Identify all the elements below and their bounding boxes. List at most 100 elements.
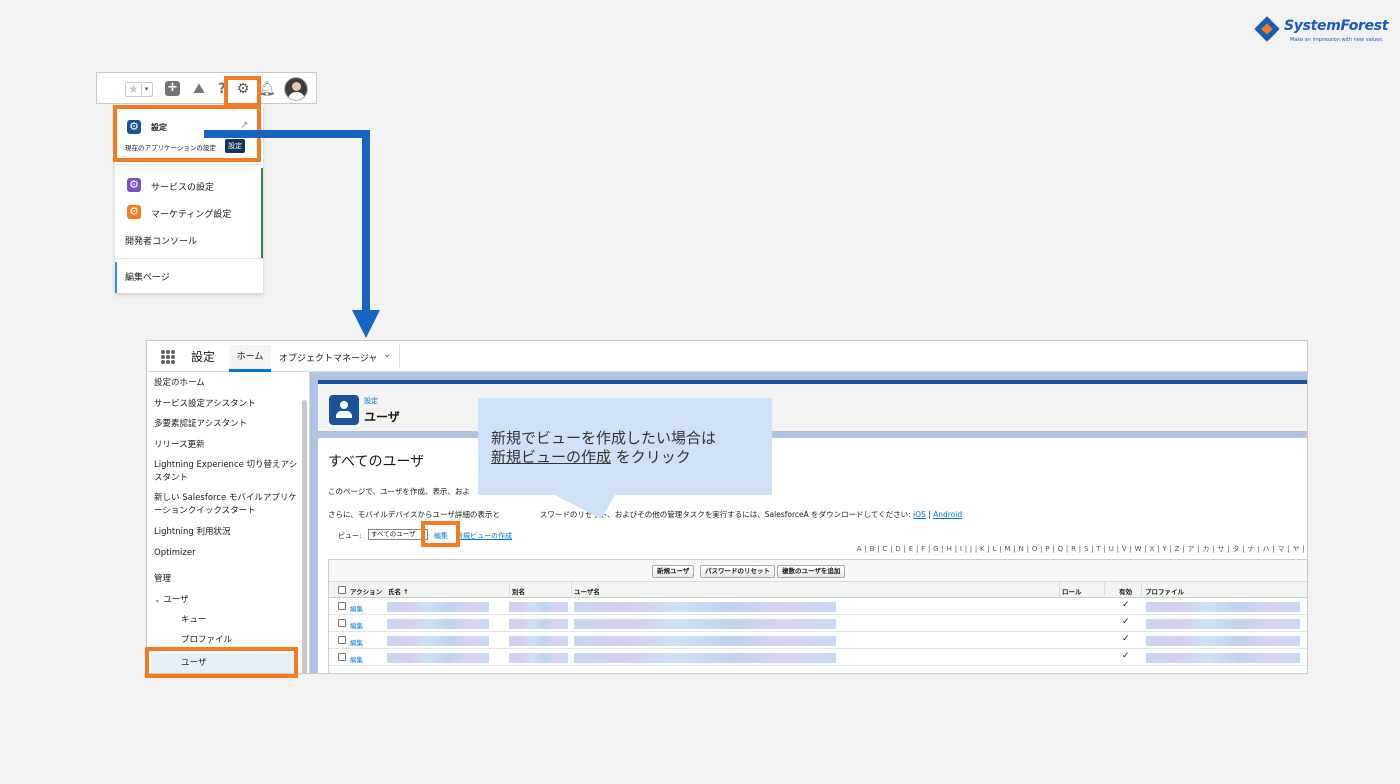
callout-link-text: 新規ビューの作成 [491,448,612,466]
page-title: ユーザ [364,410,400,424]
redacted-profile [1146,636,1300,646]
sidebar-item-mfa-assistant[interactable]: 多要素認証アシスタント [154,418,302,431]
redacted-username [574,653,836,663]
sidebar-item-optimizer[interactable]: Optimizer [154,547,302,560]
add-multiple-users-button[interactable]: 複数のユーザを追加 [777,565,846,578]
description-line-1: このページで、ユーザを作成、表示、およ [328,487,470,496]
link-separator: | [928,510,931,519]
redacted-username [574,636,836,646]
column-divider [1059,582,1060,598]
redacted-profile [1146,619,1300,629]
column-divider [1104,582,1105,598]
list-title: すべてのユーザ [328,454,425,470]
ios-link[interactable]: iOS [913,510,926,519]
arrow-head [352,310,380,338]
app-name: 設定 [191,350,216,364]
column-alias[interactable]: 別名 [512,586,525,596]
callout-line-1: 新規でビューを作成したい場合は [491,429,717,447]
active-checkmark: ✓ [1122,600,1130,610]
row-checkbox[interactable] [338,619,346,627]
tab-home[interactable]: ホーム [229,345,271,372]
active-checkmark: ✓ [1122,651,1130,661]
sidebar-scrollbar[interactable] [302,400,307,673]
redacted-profile [1146,602,1300,612]
redacted-name [387,619,489,629]
sidebar-section-administration: 管理 [154,574,172,584]
redacted-alias [509,653,568,663]
callout-line-2: 新規ビューの作成 をクリック [491,446,691,467]
redacted-username [574,602,836,612]
tab-divider [399,345,400,367]
view-select[interactable]: すべてのユーザ [368,529,428,540]
redacted-name [387,602,489,612]
new-view-link[interactable]: 新規ビューの作成 [456,531,512,541]
column-active[interactable]: 有効 [1119,586,1132,596]
redacted-username [574,619,836,629]
sidebar-item-profiles[interactable]: プロファイル [181,634,301,647]
redacted-name [387,636,489,646]
sidebar-item-label: ユーザ [163,595,189,605]
row-edit-link[interactable]: 編集 [350,637,363,647]
redacted-profile [1146,653,1300,663]
column-divider [571,582,572,598]
arrow-line [204,130,370,312]
table-row: 編集 ✓ [329,615,1307,632]
row-edit-link[interactable]: 編集 [350,603,363,613]
table-row: 編集 ✓ [329,598,1307,615]
users-table: 新規ユーザ パスワードのリセット 複数のユーザを追加 アクション 氏名 ↑ 別名… [328,559,1307,673]
column-divider [1141,582,1142,598]
user-icon [329,395,359,425]
sidebar-item-service-setup-assistant[interactable]: サービス設定アシスタント [154,398,302,411]
sidebar-item-users-group[interactable]: ⌄ ユーザ [154,593,302,607]
view-label: ビュー: [338,532,362,540]
select-all-checkbox[interactable] [338,586,346,594]
redacted-name [387,653,489,663]
column-divider [509,582,510,598]
redacted-alias [509,636,568,646]
column-action: アクション [350,588,383,596]
row-checkbox[interactable] [338,636,346,644]
sidebar-item-lightning-transition[interactable]: Lightning Experience 切り替えアシスタント [154,459,302,485]
chevron-down-icon[interactable]: ⌄ [383,349,391,360]
sidebar-item-queues[interactable]: キュー [181,614,301,627]
description-line-2: さらに、モバイルデバイスからユーザ詳細の表示と スワードのリセット、およびその他の… [328,509,962,520]
alphabet-filter[interactable]: A | B | C | D | E | F | G | H | I | J | … [857,544,1305,554]
edit-link-highlight-box [421,521,460,547]
android-link[interactable]: Android [933,510,962,519]
setup-top-nav: 設定 ホーム オブジェクトマネージャ ⌄ [147,341,1307,372]
setup-sidebar: 設定のホーム サービス設定アシスタント 多要素認証アシスタント リリース更新 L… [147,372,310,673]
tab-object-manager[interactable]: オブジェクトマネージャ [279,351,377,364]
table-header: アクション 氏名 ↑ 別名 ユーザ名 ロール 有効 プロファイル [329,582,1307,598]
callout-text: をクリック [611,448,691,466]
redacted-alias [509,602,568,612]
description-text: さらに、モバイルデバイスからユーザ詳細の表示と [328,510,500,519]
list-button-bar: 新規ユーザ パスワードのリセット 複数のユーザを追加 [329,560,1307,582]
reset-password-button[interactable]: パスワードのリセット [700,565,775,578]
instruction-callout: 新規でビューを作成したい場合は 新規ビューの作成 をクリック [478,398,772,495]
users-list-content: すべてのユーザ このページで、ユーザを作成、表示、およ さらに、モバイルデバイス… [318,438,1307,673]
sidebar-item-lightning-usage[interactable]: Lightning 利用状況 [154,526,302,539]
row-checkbox[interactable] [338,602,346,610]
active-checkmark: ✓ [1122,634,1130,644]
column-username[interactable]: ユーザ名 [574,586,600,596]
row-edit-link[interactable]: 編集 [350,654,363,664]
active-checkmark: ✓ [1122,617,1130,627]
page-header-subtitle: 設定 [364,397,378,405]
users-item-highlight-box [145,647,298,678]
column-role[interactable]: ロール [1062,586,1082,596]
sidebar-item-mobile-quickstart[interactable]: 新しい Salesforce モバイルアプリケーションクイックスタート [154,492,302,518]
sidebar-item-release-updates[interactable]: リリース更新 [154,439,302,452]
column-profile[interactable]: プロファイル [1145,586,1184,596]
sidebar-item-setup-home[interactable]: 設定のホーム [154,377,302,390]
chevron-down-icon: ⌄ [154,595,164,604]
row-edit-link[interactable]: 編集 [350,620,363,630]
table-row: 編集 ✓ [329,632,1307,649]
new-user-button[interactable]: 新規ユーザ [652,565,695,578]
app-launcher-icon[interactable] [161,350,175,364]
row-checkbox[interactable] [338,653,346,661]
redacted-alias [509,619,568,629]
column-full-name[interactable]: 氏名 ↑ [388,586,409,596]
table-row: 編集 ✓ [329,649,1307,666]
setup-users-screenshot: 設定 ホーム オブジェクトマネージャ ⌄ 設定のホーム サービス設定アシスタント… [146,340,1308,674]
page-header: 設定 ユーザ [318,380,1307,431]
